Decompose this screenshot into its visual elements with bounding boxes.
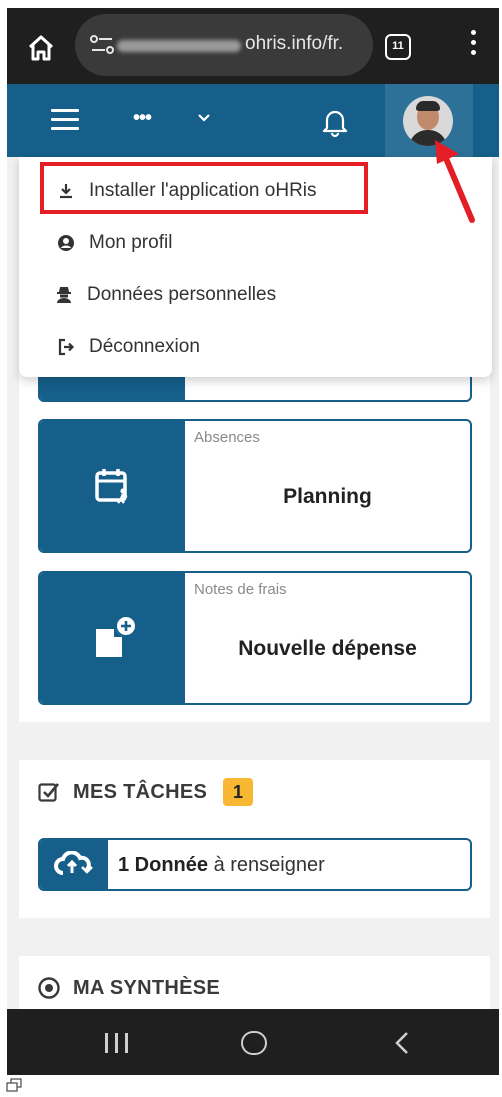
cloud-upload-icon (54, 850, 93, 875)
menu-item-label: Mon profil (89, 232, 173, 253)
browser-menu-icon[interactable] (469, 30, 477, 62)
notifications-bell-icon[interactable] (321, 106, 349, 138)
browser-toolbar: ohris.info/fr. 11 (7, 8, 499, 84)
url-text: ohris.info/fr. (245, 33, 344, 54)
tile-category: Absences (194, 429, 260, 446)
task-label-bold: 1 Donnée (118, 854, 209, 876)
tab-switcher-button[interactable]: 11 (385, 34, 411, 60)
shortcut-tile-planning[interactable]: Absences Planning (38, 419, 472, 553)
tile-title: Nouvelle dépense (238, 637, 417, 660)
home-icon[interactable] (25, 32, 57, 64)
user-circle-icon (58, 235, 74, 251)
window-restore-icon (6, 1078, 22, 1092)
system-nav-bar (7, 1009, 499, 1075)
tile-title: Planning (283, 485, 372, 508)
task-item[interactable]: 1 Donnée à renseigner (38, 838, 472, 891)
calendar-person-icon (94, 469, 128, 504)
task-label-rest: à renseigner (208, 854, 325, 876)
user-dropdown-menu: Installer l'application oHRis Mon profil… (19, 157, 492, 377)
chevron-down-icon[interactable] (195, 109, 213, 127)
red-highlight-box (40, 162, 368, 214)
hamburger-menu-icon[interactable] (51, 109, 79, 131)
back-icon[interactable] (393, 1031, 411, 1055)
synthese-heading: MA SYNTHÈSE (37, 976, 220, 1000)
recents-icon[interactable] (103, 1033, 131, 1053)
menu-item-label: Données personnelles (87, 284, 277, 305)
menu-item-personal-data[interactable]: Données personnelles (19, 270, 492, 320)
tasks-heading: MES TÂCHES 1 (37, 778, 254, 806)
annotation-arrow-icon (435, 140, 475, 223)
url-redacted (117, 40, 241, 52)
site-settings-icon[interactable] (89, 32, 115, 58)
logout-icon (58, 338, 75, 356)
user-secret-icon (57, 287, 71, 303)
address-bar[interactable]: ohris.info/fr. (75, 14, 373, 76)
task-label: 1 Donnée à renseigner (118, 854, 325, 877)
tasks-heading-label: MES TÂCHES (73, 780, 208, 803)
menu-item-logout[interactable]: Déconnexion (19, 322, 492, 372)
checkbox-checked-icon (38, 783, 59, 802)
menu-item-profile[interactable]: Mon profil (19, 218, 492, 268)
more-options-icon[interactable]: ••• (133, 108, 152, 128)
radio-target-icon (38, 977, 60, 999)
menu-item-label: Déconnexion (89, 336, 200, 357)
home-circle-icon[interactable] (241, 1031, 267, 1055)
shortcut-tile-expense[interactable]: Notes de frais Nouvelle dépense (38, 571, 472, 705)
synthese-heading-label: MA SYNTHÈSE (73, 976, 221, 999)
tasks-count-badge: 1 (223, 778, 254, 806)
tile-category: Notes de frais (194, 581, 287, 598)
file-plus-icon (95, 617, 135, 657)
